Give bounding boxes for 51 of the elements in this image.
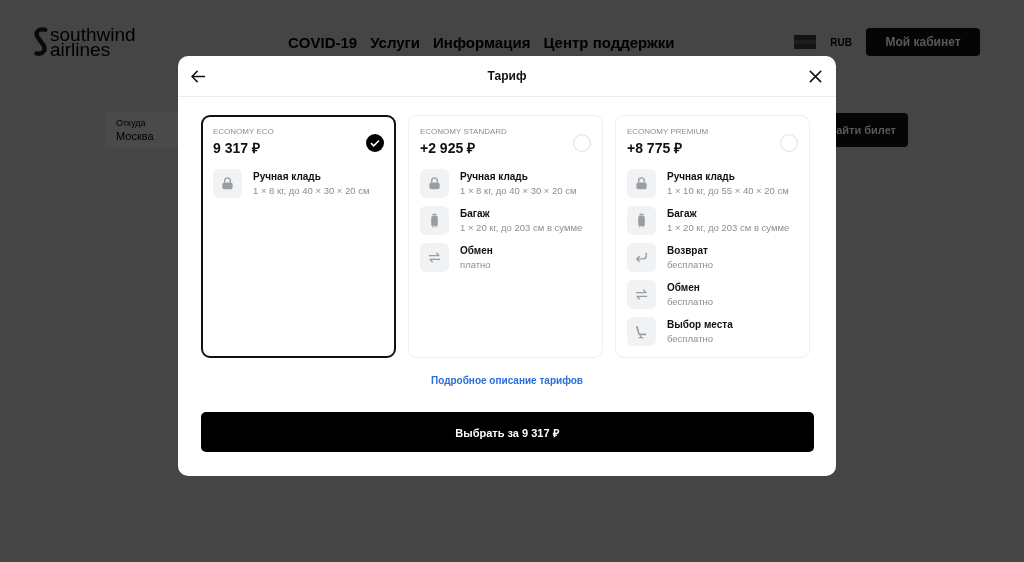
tariff-card[interactable]: ECONOMY PREMIUM +8 775 ₽ Ручная кладь 1 × 10 кг, до 55 × 40 × 20 см Багаж 1 × 20 кг, до 203 см в сумме Возврат бесплатно Обмен бесплатно Выбор места бесплатно xyxy=(615,115,810,358)
tariff-card[interactable]: ECONOMY ECO 9 317 ₽ Ручная кладь 1 × 8 кг, до 40 × 30 × 20 см xyxy=(201,115,396,358)
tariff-price: 9 317 ₽ xyxy=(213,139,261,157)
tariff-name: ECONOMY ECO xyxy=(213,127,274,136)
feature-title: Багаж xyxy=(460,208,491,219)
feature-title: Возврат xyxy=(667,245,709,256)
feature-title: Обмен xyxy=(460,245,493,256)
tariff-price: +2 925 ₽ xyxy=(420,139,477,157)
feature-detail: бесплатно xyxy=(667,296,713,307)
bag-icon xyxy=(634,176,649,191)
feature-title: Ручная кладь xyxy=(667,171,736,182)
swap-arrows-icon xyxy=(634,287,649,302)
feature-detail: 1 × 10 кг, до 55 × 40 × 20 см xyxy=(667,185,789,196)
feature-detail: 1 × 20 кг, до 203 см в сумме xyxy=(667,222,790,233)
swap-arrows-icon xyxy=(427,250,442,265)
feature-detail: 1 × 20 кг, до 203 см в сумме xyxy=(460,222,583,233)
dialog-title: Тариф xyxy=(487,69,527,83)
currency-label[interactable]: RUB xyxy=(830,36,852,48)
logo-text: southwind xyxy=(50,27,136,42)
feature-title: Обмен xyxy=(667,282,701,293)
logo-text: airlines xyxy=(50,42,111,57)
nav-link[interactable]: Услуги xyxy=(370,33,421,51)
select-button[interactable]: Выбрать за 9 317 ₽ xyxy=(200,412,814,452)
bag-icon xyxy=(220,176,235,191)
tariff-name: ECONOMY STANDARD xyxy=(420,127,507,136)
tariff-name: ECONOMY PREMIUM xyxy=(627,127,709,136)
feature-detail: бесплатно xyxy=(667,259,713,270)
radio-icon[interactable] xyxy=(780,134,798,152)
tariff-details-link[interactable]: Подробное описание тарифов xyxy=(430,375,584,386)
feature-detail: 1 × 8 кг, до 40 × 30 × 20 см xyxy=(253,185,370,196)
logo-icon xyxy=(34,26,48,58)
back-arrow-icon[interactable] xyxy=(191,68,206,84)
nav-link[interactable]: Информация xyxy=(433,33,531,51)
feature-detail: платно xyxy=(460,259,492,270)
bag-icon xyxy=(427,176,442,191)
feature-detail: 1 × 8 кг, до 40 × 30 × 20 см xyxy=(460,185,577,196)
close-icon[interactable] xyxy=(808,68,823,84)
feature-title: Ручная кладь xyxy=(460,171,529,182)
feature-detail: бесплатно xyxy=(667,333,714,344)
account-button[interactable]: Мой кабинет xyxy=(866,28,980,56)
radio-icon[interactable] xyxy=(573,134,591,152)
nav-link[interactable]: COVID-19 xyxy=(288,33,358,51)
seat-icon xyxy=(634,324,649,339)
feature-title: Ручная кладь xyxy=(253,171,322,182)
checked-radio-icon[interactable] xyxy=(366,134,384,152)
tariff-card[interactable]: ECONOMY STANDARD +2 925 ₽ Ручная кладь 1 × 8 кг, до 40 × 30 × 20 см Багаж 1 × 20 кг, до 203 см в сумме Обмен платно xyxy=(408,115,603,358)
nav-link[interactable]: Центр поддержки xyxy=(543,33,675,51)
tariff-price: +8 775 ₽ xyxy=(627,139,684,157)
feature-title: Выбор места xyxy=(667,319,733,330)
feature-title: Багаж xyxy=(667,208,698,219)
return-arrow-icon xyxy=(634,250,649,265)
